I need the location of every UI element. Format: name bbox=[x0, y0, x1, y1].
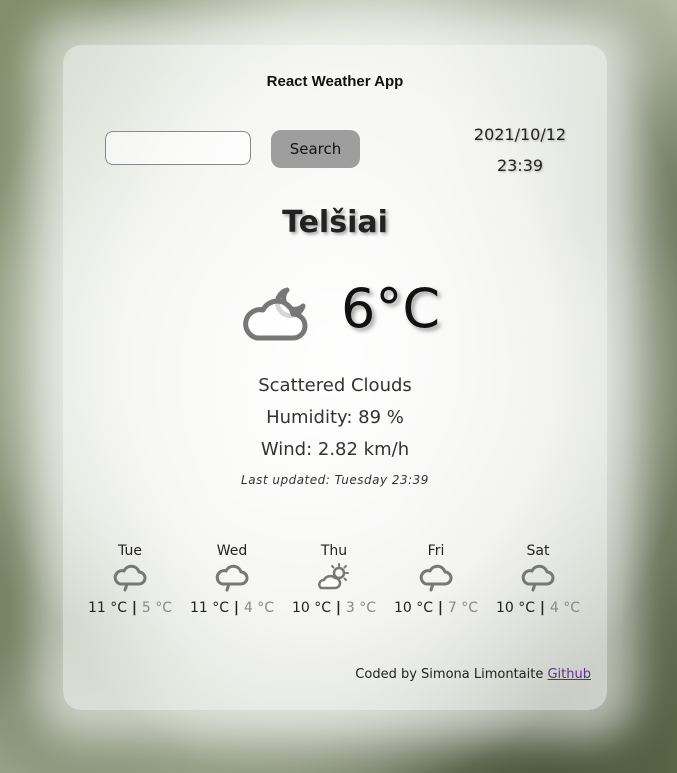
forecast-max: 10 °C bbox=[393, 600, 434, 616]
forecast-separator: | bbox=[535, 600, 550, 616]
weather-card: React Weather App Search 2021/10/12 23:3… bbox=[63, 45, 607, 710]
footer: Coded by Simona Limontaite Github bbox=[355, 667, 591, 682]
forecast-day: Tue 11 °C | 5 °C bbox=[80, 543, 180, 616]
forecast-day: Fri 10 °C | 7 °C bbox=[386, 543, 486, 616]
last-updated: Last updated: Tuesday 23:39 bbox=[241, 473, 429, 487]
github-link[interactable]: Github bbox=[547, 667, 591, 682]
forecast-max: 11 °C bbox=[189, 600, 230, 616]
cloud-sun-icon bbox=[318, 563, 349, 590]
forecast-day: Wed 11 °C | 4 °C bbox=[182, 543, 282, 616]
search-button[interactable]: Search bbox=[271, 130, 360, 168]
cloud-icon bbox=[419, 564, 453, 592]
current-date: 2021/10/12 bbox=[473, 125, 567, 144]
forecast-day-name: Wed bbox=[216, 543, 248, 559]
forecast-day-name: Thu bbox=[320, 543, 348, 559]
forecast-separator: | bbox=[127, 600, 142, 616]
current-temperature: 6°C bbox=[341, 277, 441, 340]
footer-credit: Coded by Simona Limontaite bbox=[355, 667, 548, 682]
current-time: 23:39 bbox=[496, 156, 544, 175]
search-input[interactable] bbox=[105, 131, 251, 165]
humidity: Humidity: 89 % bbox=[266, 407, 404, 428]
forecast-day: Sat 10 °C | 4 °C bbox=[488, 543, 588, 616]
forecast-day-name: Sat bbox=[526, 543, 550, 559]
forecast-day: Thu 10 °C | 3 °C bbox=[284, 543, 384, 616]
cloud-icon bbox=[113, 564, 147, 592]
forecast-min: 3 °C bbox=[345, 600, 377, 616]
forecast-separator: | bbox=[331, 600, 346, 616]
forecast-max: 10 °C bbox=[291, 600, 332, 616]
forecast-max: 11 °C bbox=[87, 600, 128, 616]
forecast-row: Tue 11 °C | 5 °C Wed 11 °C | 4 °C Thu 10… bbox=[80, 543, 590, 623]
forecast-min: 5 °C bbox=[141, 600, 173, 616]
forecast-separator: | bbox=[229, 600, 244, 616]
forecast-day-name: Tue bbox=[118, 543, 142, 559]
forecast-max: 10 °C bbox=[495, 600, 536, 616]
weather-description: Scattered Clouds bbox=[258, 375, 412, 396]
cloud-icon bbox=[215, 564, 249, 592]
cloud-moon-icon bbox=[243, 287, 308, 341]
city-name: Telšiai bbox=[282, 205, 388, 240]
forecast-min: 4 °C bbox=[243, 600, 275, 616]
forecast-separator: | bbox=[433, 600, 448, 616]
wind-speed: Wind: 2.82 km/h bbox=[260, 439, 410, 460]
cloud-icon bbox=[521, 564, 555, 592]
forecast-min: 7 °C bbox=[447, 600, 479, 616]
forecast-min: 4 °C bbox=[549, 600, 581, 616]
app-title: React Weather App bbox=[266, 73, 404, 90]
forecast-day-name: Fri bbox=[427, 543, 445, 559]
